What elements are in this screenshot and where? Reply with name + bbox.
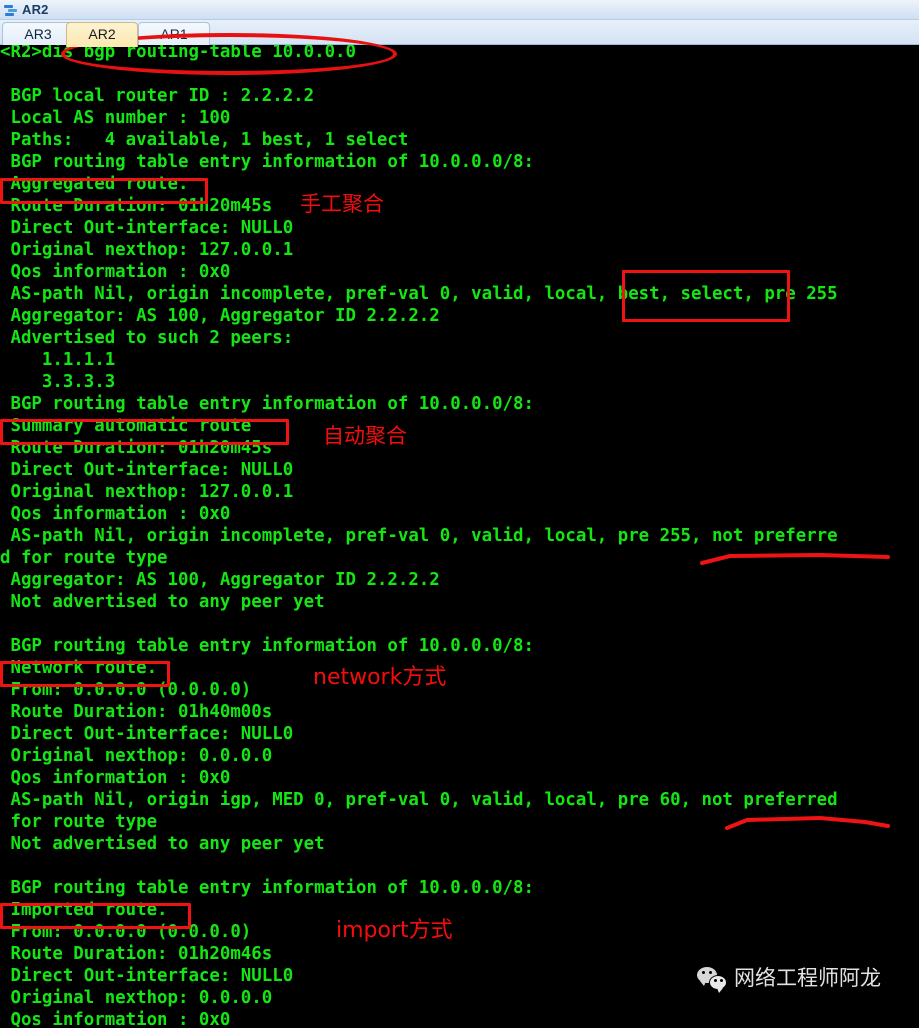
terminal-line: Qos information : 0x0	[0, 1010, 231, 1028]
terminal-line: 3.3.3.3	[0, 372, 116, 392]
terminal-line: Summary automatic route	[0, 416, 252, 436]
terminal-line: Route Duration: 01h20m45s	[0, 196, 273, 216]
terminal-line: Advertised to such 2 peers:	[0, 328, 294, 348]
terminal-line: 1.1.1.1	[0, 350, 116, 370]
terminal-window: AR2 AR3 AR2 AR1 <R2>dis bgp routing-tabl…	[0, 0, 919, 1028]
terminal-line: Direct Out-interface: NULL0	[0, 966, 294, 986]
terminal-line: Direct Out-interface: NULL0	[0, 218, 294, 238]
terminal-line: Qos information : 0x0	[0, 262, 231, 282]
terminal-line: From: 0.0.0.0 (0.0.0.0)	[0, 680, 252, 700]
terminal-line: Direct Out-interface: NULL0	[0, 460, 294, 480]
tab-ar1[interactable]: AR1	[138, 22, 210, 47]
terminal-line: AS-path Nil, origin incomplete, pref-val…	[0, 526, 838, 546]
terminal-line: Aggregator: AS 100, Aggregator ID 2.2.2.…	[0, 306, 440, 326]
terminal-line: Network route.	[0, 658, 158, 678]
terminal-line: Original nexthop: 127.0.0.1	[0, 240, 294, 260]
tab-ar3[interactable]: AR3	[2, 22, 74, 47]
terminal-line: BGP routing table entry information of 1…	[0, 152, 534, 172]
terminal-line: <R2>dis bgp routing-table 10.0.0.0	[0, 45, 356, 62]
terminal-line: Route Duration: 01h20m45s	[0, 438, 273, 458]
terminal-line: Not advertised to any peer yet	[0, 592, 325, 612]
terminal-line: Paths: 4 available, 1 best, 1 select	[0, 130, 409, 150]
terminal-line: Original nexthop: 127.0.0.1	[0, 482, 294, 502]
terminal-line: Route Duration: 01h40m00s	[0, 702, 273, 722]
tab-ar2[interactable]: AR2	[66, 22, 138, 47]
router-icon	[4, 3, 18, 17]
terminal-line: for route type	[0, 812, 158, 832]
terminal-line: AS-path Nil, origin igp, MED 0, pref-val…	[0, 790, 838, 810]
terminal-line: Local AS number : 100	[0, 108, 231, 128]
terminal-line: Imported route.	[0, 900, 168, 920]
terminal-line: d for route type	[0, 548, 168, 568]
terminal-line: BGP routing table entry information of 1…	[0, 636, 534, 656]
terminal-line: Aggregator: AS 100, Aggregator ID 2.2.2.…	[0, 570, 440, 590]
terminal-line: From: 0.0.0.0 (0.0.0.0)	[0, 922, 252, 942]
terminal-line: Original nexthop: 0.0.0.0	[0, 746, 273, 766]
terminal-line: Direct Out-interface: NULL0	[0, 724, 294, 744]
terminal-line: Aggregated route.	[0, 174, 189, 194]
terminal-output[interactable]: <R2>dis bgp routing-table 10.0.0.0 BGP l…	[0, 45, 919, 1028]
terminal-line: Route Duration: 01h20m46s	[0, 944, 273, 964]
terminal-line: Not advertised to any peer yet	[0, 834, 325, 854]
terminal-line: Qos information : 0x0	[0, 768, 231, 788]
terminal-line: BGP routing table entry information of 1…	[0, 878, 534, 898]
tab-strip: AR3 AR2 AR1	[0, 20, 919, 47]
terminal-line: BGP routing table entry information of 1…	[0, 394, 534, 414]
terminal-line: Original nexthop: 0.0.0.0	[0, 988, 273, 1008]
window-titlebar: AR2	[0, 0, 919, 20]
window-title: AR2	[22, 1, 49, 17]
terminal-line: BGP local router ID : 2.2.2.2	[0, 86, 315, 106]
terminal-line: AS-path Nil, origin incomplete, pref-val…	[0, 284, 838, 304]
terminal-line: Qos information : 0x0	[0, 504, 231, 524]
